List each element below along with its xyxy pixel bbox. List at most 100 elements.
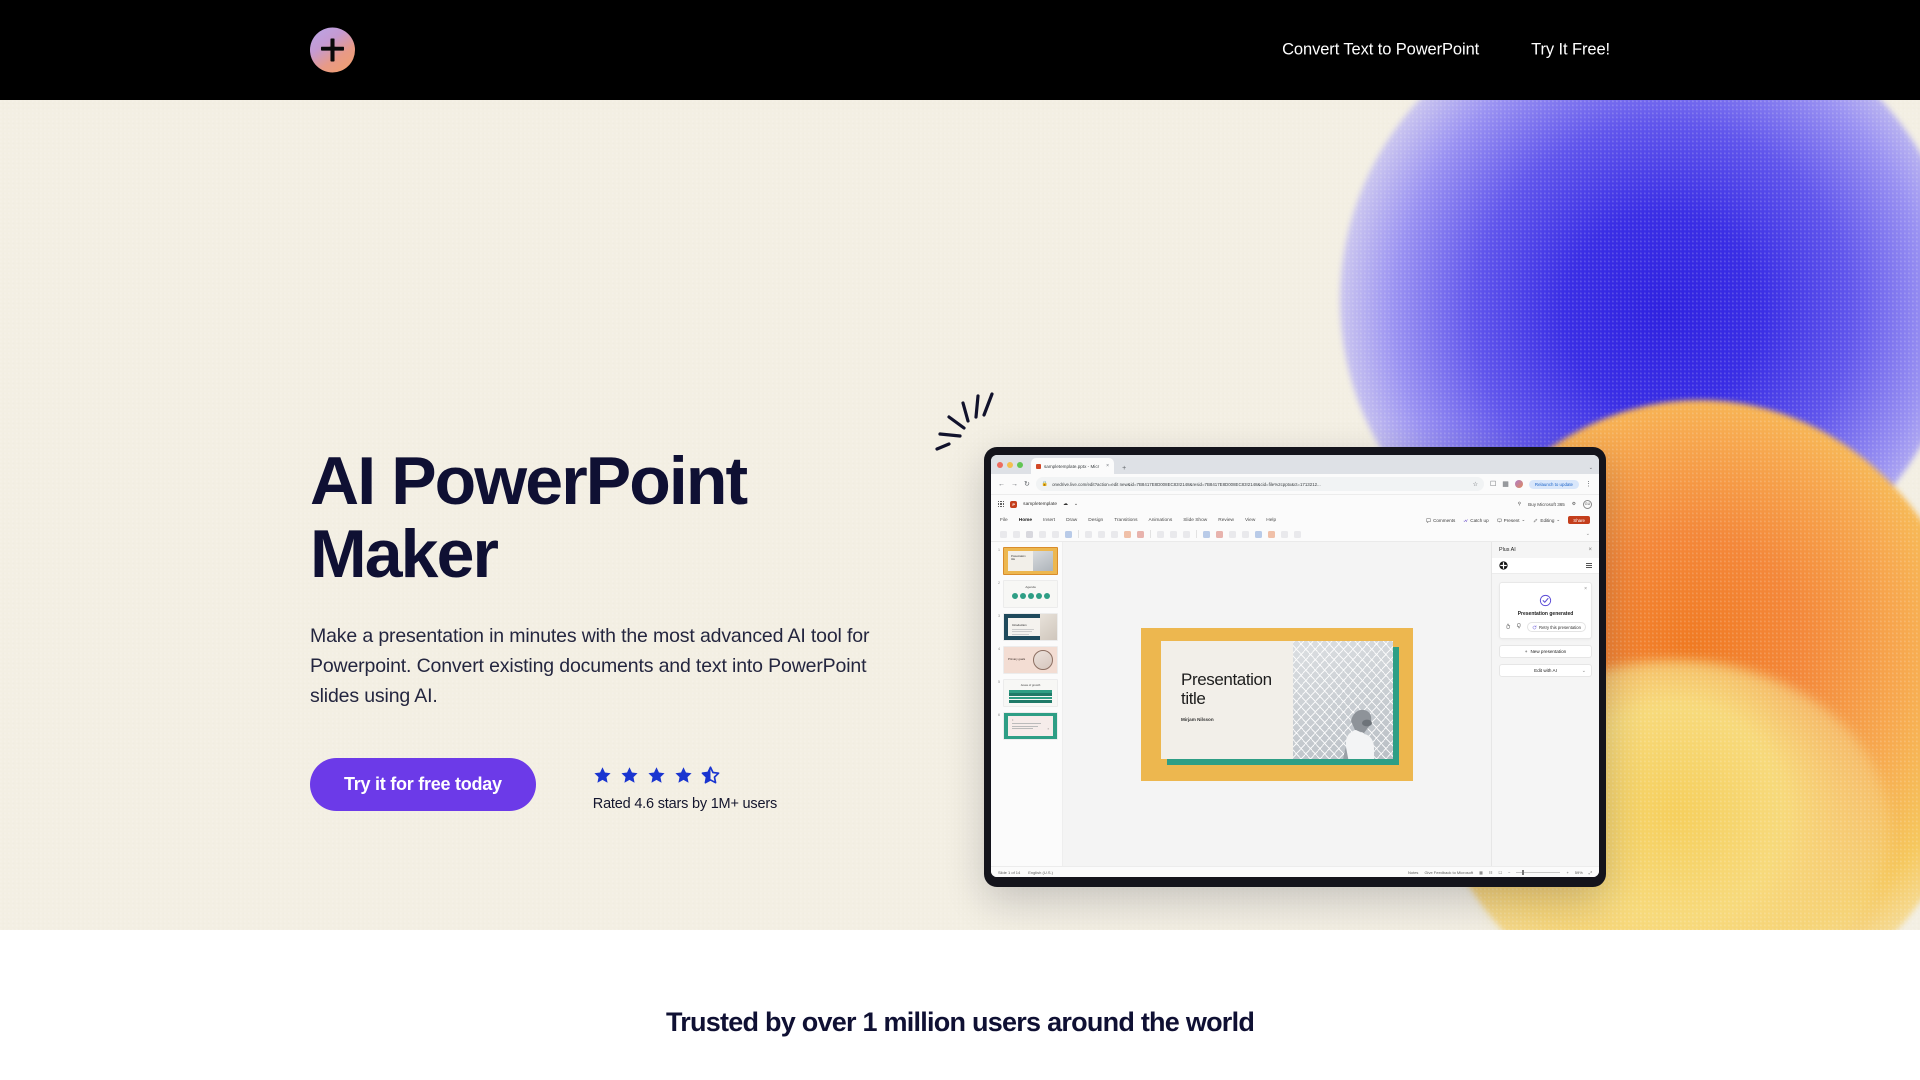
shape-outline-icon[interactable]	[1216, 530, 1223, 538]
sorter-view-icon[interactable]: ☷	[1489, 870, 1493, 875]
dictate-icon[interactable]	[1255, 530, 1262, 538]
maximize-window-dot[interactable]	[1017, 461, 1023, 468]
catch-up-button[interactable]: Catch up	[1463, 518, 1489, 523]
ribbon-tab-animations[interactable]: Animations	[1149, 518, 1173, 523]
present-caret-icon[interactable]: ⌄	[1522, 517, 1526, 523]
close-tab-icon[interactable]: ×	[1106, 463, 1109, 469]
font-size-icon[interactable]	[1085, 530, 1092, 538]
gear-icon[interactable]: ⚙	[1572, 501, 1576, 507]
ribbon-tab-help[interactable]: Help	[1266, 518, 1276, 523]
url-input[interactable]: 🔒 onedrive.live.com/edit?action=edit new…	[1035, 477, 1484, 491]
feedback-button[interactable]: Give Feedback to Microsoft	[1424, 870, 1473, 875]
slide-canvas-area[interactable]: Presentation title Mirjam Nilsson	[1063, 542, 1491, 866]
shape-fill-icon[interactable]	[1203, 530, 1210, 538]
layout-icon[interactable]	[1052, 530, 1059, 538]
arrange-icon[interactable]	[1229, 530, 1236, 538]
slide-thumbnail-4[interactable]: Primary goals	[1003, 646, 1058, 674]
nav-link-try-it-free[interactable]: Try It Free!	[1531, 41, 1610, 60]
browser-tab[interactable]: sampletemplate.pptx - Micr ×	[1031, 458, 1115, 474]
bookmark-star-icon[interactable]: ☆	[1473, 481, 1478, 488]
thumbs-up-icon[interactable]	[1505, 623, 1511, 631]
font-color-icon[interactable]	[1137, 530, 1144, 538]
active-slide[interactable]: Presentation title Mirjam Nilsson	[1141, 627, 1413, 781]
reading-view-icon[interactable]: ☐	[1499, 870, 1503, 875]
app-launcher-icon[interactable]	[998, 500, 1005, 508]
ribbon-tab-transitions[interactable]: Transitions	[1114, 518, 1137, 523]
slide-thumbnail-2[interactable]: Agenda	[1003, 580, 1058, 608]
chevron-down-icon[interactable]: ⌄	[1582, 668, 1586, 674]
fit-to-window-icon[interactable]: ⤢	[1589, 870, 1592, 875]
ribbon-tab-slide-show[interactable]: Slide Show	[1183, 518, 1207, 523]
panel-menu-icon[interactable]	[1586, 563, 1592, 568]
plus-ai-star-logo[interactable]	[310, 27, 355, 73]
addins-icon[interactable]	[1281, 530, 1288, 538]
share-button[interactable]: Share	[1568, 516, 1590, 524]
ribbon-tab-view[interactable]: View	[1245, 518, 1255, 523]
close-icon[interactable]: ×	[1588, 547, 1592, 553]
split-screen-icon[interactable]: ▦	[1502, 480, 1509, 488]
user-avatar[interactable]: GU	[1583, 499, 1592, 509]
find-icon[interactable]	[1242, 530, 1249, 538]
list-item[interactable]: 2 Agenda	[995, 580, 1058, 608]
undo-icon[interactable]	[1000, 530, 1007, 538]
back-icon[interactable]: ←	[998, 481, 1005, 488]
reset-icon[interactable]	[1065, 530, 1072, 538]
list-item[interactable]: 3 Introduction	[995, 613, 1058, 641]
slide-thumbnail-3[interactable]: Introduction	[1003, 613, 1058, 641]
align-icon[interactable]	[1183, 530, 1190, 538]
collapse-ribbon-icon[interactable]: ⌄	[1586, 531, 1590, 537]
highlight-icon[interactable]	[1124, 530, 1131, 538]
list-item[interactable]: 6 “ ”	[995, 712, 1058, 740]
relaunch-to-update-button[interactable]: Relaunch to update	[1528, 479, 1579, 489]
comments-button[interactable]: Comments	[1426, 518, 1455, 523]
designer-icon[interactable]	[1268, 530, 1275, 538]
zoom-out-button[interactable]: −	[1508, 870, 1510, 875]
thumbs-down-icon[interactable]	[1516, 623, 1522, 631]
autosave-icon[interactable]: ☁	[1063, 502, 1068, 507]
window-traffic-lights[interactable]	[997, 455, 1027, 474]
zoom-slider[interactable]	[1516, 869, 1561, 875]
more-commands-icon[interactable]	[1294, 530, 1301, 538]
list-item[interactable]: 4 Primary goals	[995, 646, 1058, 674]
minimize-window-dot[interactable]	[1007, 461, 1013, 468]
ribbon-tab-draw[interactable]: Draw	[1066, 518, 1077, 523]
try-it-for-free-button[interactable]: Try it for free today	[310, 758, 536, 812]
ribbon-tab-design[interactable]: Design	[1088, 518, 1103, 523]
ribbon-tab-insert[interactable]: Insert	[1043, 518, 1055, 523]
list-item[interactable]: 5 Areas of growth	[995, 679, 1058, 707]
file-menu-caret-icon[interactable]: ⌄	[1074, 502, 1078, 507]
notes-button[interactable]: Notes	[1408, 870, 1418, 875]
collections-icon[interactable]: ☐	[1490, 480, 1496, 488]
browser-profile-avatar[interactable]	[1514, 480, 1523, 488]
file-name-label[interactable]: sampletemplate	[1023, 502, 1057, 507]
slide-thumbnail-6[interactable]: “ ”	[1003, 712, 1058, 740]
window-caret-icon[interactable]: ⌄	[1589, 465, 1593, 474]
bold-icon[interactable]	[1098, 530, 1105, 538]
italic-icon[interactable]	[1111, 530, 1118, 538]
forward-icon[interactable]: →	[1011, 481, 1018, 488]
paste-icon[interactable]	[1013, 530, 1020, 538]
edit-with-ai-button[interactable]: Edit with AI ⌄	[1499, 664, 1592, 677]
close-window-dot[interactable]	[997, 461, 1003, 468]
language-label[interactable]: English (U.S.)	[1028, 870, 1053, 875]
present-button[interactable]: Present ⌄	[1496, 517, 1526, 523]
slide-thumbnail-1[interactable]: Presentation title	[1003, 547, 1058, 575]
list-item[interactable]: 1 Presentation title	[995, 547, 1058, 575]
ribbon-tab-home[interactable]: Home	[1019, 518, 1032, 523]
normal-view-icon[interactable]: ▦	[1479, 870, 1483, 875]
editing-caret-icon[interactable]: ⌄	[1556, 517, 1560, 523]
dismiss-card-icon[interactable]: ×	[1584, 586, 1587, 592]
editing-button[interactable]: Editing ⌄	[1533, 517, 1560, 523]
retry-presentation-button[interactable]: Retry this presentation	[1527, 622, 1586, 632]
nav-link-convert-text-to-powerpoint[interactable]: Convert Text to PowerPoint	[1282, 41, 1479, 60]
new-slide-icon[interactable]	[1039, 530, 1046, 538]
slide-thumbnail-5[interactable]: Areas of growth	[1003, 679, 1058, 707]
zoom-in-button[interactable]: +	[1566, 870, 1568, 875]
ribbon-tab-file[interactable]: File	[1000, 518, 1008, 523]
bullets-icon[interactable]	[1157, 530, 1164, 538]
new-tab-button[interactable]: +	[1118, 465, 1130, 474]
ribbon-tab-review[interactable]: Review	[1218, 518, 1234, 523]
buy-microsoft-365-link[interactable]: Buy Microsoft 365	[1528, 502, 1565, 507]
slide-thumbnail-panel[interactable]: 1 Presentation title 2 Agenda 3 Introduc…	[991, 542, 1063, 866]
search-icon[interactable]: ⚲	[1518, 501, 1521, 507]
